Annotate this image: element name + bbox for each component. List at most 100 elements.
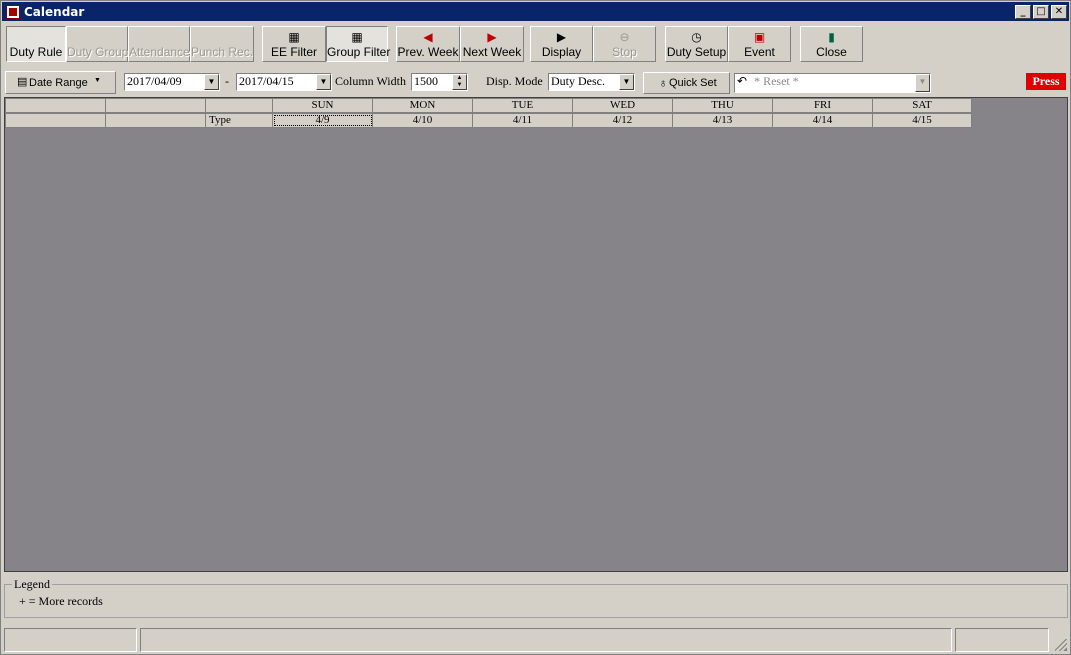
- resize-grip-icon[interactable]: [1055, 639, 1067, 651]
- undo-icon: ↶: [737, 74, 748, 88]
- reset-select[interactable]: ↶ * Reset * ▼: [734, 73, 931, 93]
- quick-set-label: Quick Set: [669, 77, 717, 89]
- legend-group: Legend + = More records: [4, 577, 1068, 618]
- press-badge[interactable]: Press: [1026, 73, 1066, 90]
- options-bar: ▤ Date Range ▼ 2017/04/09 ▼ - 2017/04/15…: [3, 71, 1069, 95]
- punch-rec-button[interactable]: Punch Rec.: [190, 26, 254, 62]
- day-mon: MON: [373, 99, 473, 112]
- duty-rule-label: Duty Rule: [9, 45, 63, 59]
- attendance-label: Attendance: [129, 45, 190, 59]
- close-button[interactable]: ▮ Close: [800, 26, 863, 62]
- quick-set-button[interactable]: ♁ Quick Set: [643, 72, 730, 94]
- status-panel-1: [4, 628, 137, 652]
- disp-mode-select[interactable]: Duty Desc. ▼: [548, 73, 635, 91]
- stop-icon: ⊖: [619, 30, 630, 44]
- date-tue[interactable]: 4/11: [473, 114, 573, 127]
- column-width-label: Column Width: [335, 74, 406, 88]
- column-width-value: 1500: [414, 74, 438, 88]
- date-from-field[interactable]: 2017/04/09 ▼: [124, 73, 220, 91]
- group-filter-icon: ▦: [351, 30, 363, 44]
- group-filter-label: Group Filter: [327, 45, 391, 59]
- close-label: Close: [816, 45, 847, 59]
- minimize-button[interactable]: _: [1015, 4, 1031, 19]
- arrow-left-icon: ◀: [423, 30, 433, 44]
- maximize-button[interactable]: □: [1033, 4, 1049, 19]
- chevron-down-icon: ▼: [94, 77, 101, 84]
- door-exit-icon: ▮: [828, 30, 835, 44]
- day-fri: FRI: [773, 99, 873, 112]
- date-separator: -: [225, 74, 229, 88]
- clock-icon: ◷: [691, 30, 702, 44]
- day-sat: SAT: [912, 99, 932, 111]
- calendar-window: Calendar _ □ ✕ Duty Rule Duty Group Atte…: [0, 0, 1071, 655]
- disp-mode-value: Duty Desc.: [551, 74, 605, 88]
- ee-filter-button[interactable]: ▦ EE Filter: [262, 26, 326, 62]
- day-header-row: SUN MON TUE WED THU FRI SAT: [5, 98, 972, 113]
- duty-setup-button[interactable]: ◷ Duty Setup: [665, 26, 728, 62]
- date-sat[interactable]: 4/15: [873, 114, 971, 127]
- header-blank-3: [206, 99, 273, 112]
- disp-mode-label: Disp. Mode: [486, 74, 543, 88]
- date-from-value: 2017/04/09: [127, 74, 182, 88]
- title-bar: Calendar _ □ ✕: [2, 2, 1069, 21]
- stop-button[interactable]: ⊖ Stop: [593, 26, 656, 62]
- lightbulb-icon: ♁: [658, 76, 668, 90]
- header-blank-5: [106, 114, 206, 127]
- header-blank-2: [106, 99, 206, 112]
- calendar-event-icon: ▣: [753, 30, 766, 44]
- status-panel-3: [955, 628, 1049, 652]
- punch-rec-label: Punch Rec.: [191, 45, 254, 59]
- legend-text: + = More records: [19, 594, 103, 608]
- date-sun[interactable]: 4/9: [273, 114, 373, 127]
- chevron-down-icon[interactable]: ▼: [915, 74, 930, 92]
- day-tue: TUE: [473, 99, 573, 112]
- spin-icon[interactable]: ▲ ▼: [452, 74, 467, 90]
- column-width-field[interactable]: 1500 ▲ ▼: [411, 73, 468, 91]
- date-range-label: Date Range: [29, 77, 88, 89]
- attendance-button[interactable]: Attendance: [128, 26, 190, 62]
- duty-setup-label: Duty Setup: [666, 45, 727, 59]
- group-filter-button[interactable]: ▦ Group Filter: [326, 26, 391, 62]
- prev-week-button[interactable]: ◀ Prev. Week: [396, 26, 460, 62]
- reset-value: * Reset *: [754, 74, 799, 88]
- duty-rule-button[interactable]: Duty Rule: [6, 26, 66, 62]
- date-fri[interactable]: 4/14: [773, 114, 873, 127]
- header-blank-4: [6, 114, 106, 127]
- next-week-label: Next Week: [462, 45, 522, 59]
- chevron-down-icon[interactable]: ▼: [619, 74, 634, 90]
- calendar-grid[interactable]: SUN MON TUE WED THU FRI SAT Type 4/9 4/1…: [4, 97, 1068, 572]
- date-thu[interactable]: 4/13: [673, 114, 773, 127]
- chevron-down-icon[interactable]: ▼: [316, 74, 331, 90]
- app-icon: [6, 4, 20, 19]
- legend-title: Legend: [12, 577, 52, 592]
- display-button[interactable]: ▶ Display: [530, 26, 593, 62]
- status-panel-2: [140, 628, 952, 652]
- chevron-down-icon[interactable]: ▼: [204, 74, 219, 90]
- next-week-button[interactable]: ▶ Next Week: [460, 26, 524, 62]
- duty-group-button[interactable]: Duty Group: [66, 26, 128, 62]
- prev-week-label: Prev. Week: [397, 45, 459, 59]
- date-header-row: Type 4/9 4/10 4/11 4/12 4/13 4/14 4/15: [5, 113, 972, 128]
- filter-icon: ▦: [288, 30, 300, 44]
- date-to-field[interactable]: 2017/04/15 ▼: [236, 73, 332, 91]
- day-sun: SUN: [273, 99, 373, 112]
- header-blank-1: [6, 99, 106, 112]
- display-label: Display: [541, 45, 582, 59]
- main-toolbar: Duty Rule Duty Group Attendance Punch Re…: [3, 23, 1069, 63]
- day-wed: WED: [573, 99, 673, 112]
- date-to-value: 2017/04/15: [239, 74, 294, 88]
- date-mon[interactable]: 4/10: [373, 114, 473, 127]
- ee-filter-label: EE Filter: [270, 45, 317, 59]
- event-label: Event: [744, 45, 775, 59]
- play-icon: ▶: [556, 30, 567, 44]
- close-window-button[interactable]: ✕: [1051, 4, 1067, 19]
- date-wed[interactable]: 4/12: [573, 114, 673, 127]
- window-title: Calendar: [24, 4, 85, 19]
- stop-label: Stop: [612, 45, 637, 59]
- duty-group-label: Duty Group: [67, 45, 129, 59]
- day-thu: THU: [673, 99, 773, 112]
- event-button[interactable]: ▣ Event: [728, 26, 791, 62]
- date-range-button[interactable]: ▤ Date Range ▼: [5, 71, 116, 94]
- type-label: Type: [206, 114, 273, 127]
- arrow-right-icon: ▶: [487, 30, 497, 44]
